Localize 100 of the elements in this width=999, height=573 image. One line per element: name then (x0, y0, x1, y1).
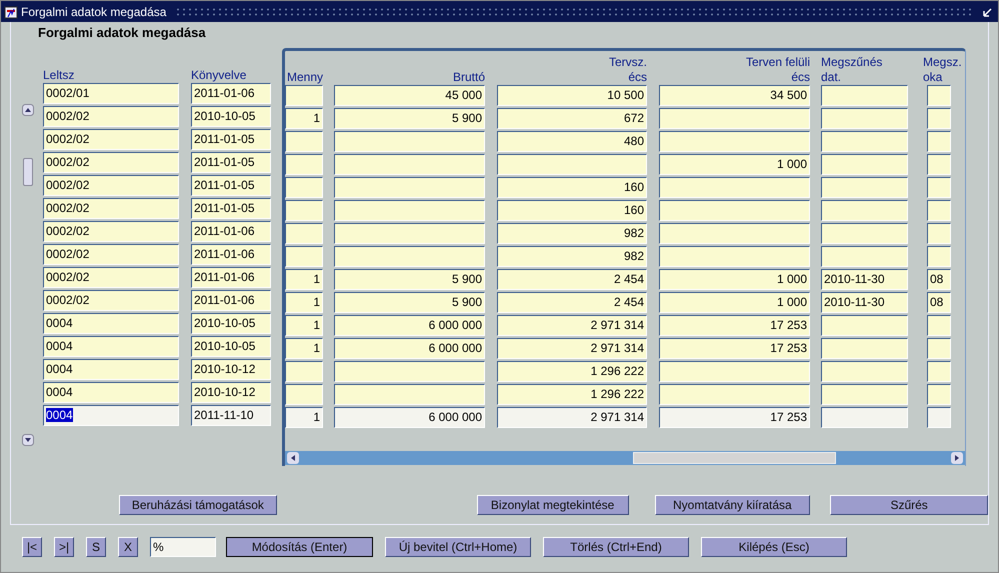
table-cell[interactable] (285, 154, 323, 175)
table-cell[interactable]: 2 454 (497, 269, 647, 290)
table-cell[interactable] (334, 154, 485, 175)
scroll-up-icon[interactable] (22, 104, 34, 116)
table-cell[interactable]: 1 (285, 108, 323, 129)
table-cell[interactable] (927, 108, 951, 129)
table-cell[interactable] (334, 223, 485, 244)
table-cell[interactable] (927, 131, 951, 152)
table-cell[interactable]: 45 000 (334, 85, 485, 106)
table-cell[interactable] (334, 131, 485, 152)
table-cell[interactable] (334, 361, 485, 382)
table-cell[interactable]: 5 900 (334, 269, 485, 290)
table-cell[interactable]: 0002/02 (43, 267, 179, 288)
table-cell[interactable] (659, 223, 810, 244)
table-cell[interactable]: 0002/01 (43, 83, 179, 104)
table-cell[interactable]: 0002/02 (43, 152, 179, 173)
table-cell[interactable]: 0002/02 (43, 221, 179, 242)
table-cell[interactable] (821, 200, 908, 221)
table-cell[interactable]: 0004 (43, 313, 179, 334)
table-cell[interactable]: 17 253 (659, 338, 810, 359)
navigation-button[interactable]: S (86, 537, 106, 557)
table-cell[interactable] (659, 361, 810, 382)
table-cell[interactable] (497, 154, 647, 175)
table-cell[interactable] (285, 223, 323, 244)
table-cell[interactable]: 1 296 222 (497, 361, 647, 382)
table-cell[interactable]: 6 000 000 (334, 407, 485, 428)
navigation-button[interactable]: X (118, 537, 138, 557)
table-cell[interactable]: 1 (285, 407, 323, 428)
table-cell[interactable]: 6 000 000 (334, 338, 485, 359)
table-cell[interactable] (821, 246, 908, 267)
restore-icon[interactable] (982, 6, 994, 18)
table-cell[interactable]: 2011-01-05 (191, 152, 271, 173)
table-cell[interactable]: 0004 (43, 336, 179, 357)
scroll-thumb[interactable] (23, 158, 33, 186)
table-cell[interactable]: 2010-11-30 (821, 269, 908, 290)
horizontal-scrollbar[interactable] (285, 451, 965, 465)
table-cell[interactable] (927, 85, 951, 106)
table-cell[interactable]: 2011-01-05 (191, 129, 271, 150)
table-cell[interactable]: 08 (927, 269, 951, 290)
table-cell[interactable]: 2011-01-06 (191, 221, 271, 242)
table-cell[interactable]: 982 (497, 246, 647, 267)
table-cell[interactable]: 0002/02 (43, 175, 179, 196)
table-cell[interactable]: 5 900 (334, 108, 485, 129)
table-cell[interactable]: 982 (497, 223, 647, 244)
table-cell[interactable]: 0002/02 (43, 290, 179, 311)
table-cell[interactable]: 0002/02 (43, 244, 179, 265)
command-button[interactable]: Új bevitel (Ctrl+Home) (385, 537, 531, 557)
scroll-left-icon[interactable] (287, 452, 299, 464)
navigation-button[interactable]: >| (54, 537, 74, 557)
table-cell[interactable]: 2011-01-05 (191, 198, 271, 219)
table-cell[interactable]: 1 (285, 269, 323, 290)
table-cell[interactable]: 10 500 (497, 85, 647, 106)
table-cell[interactable] (821, 223, 908, 244)
table-cell[interactable]: 2010-10-05 (191, 106, 271, 127)
table-cell[interactable] (821, 154, 908, 175)
table-cell[interactable] (927, 200, 951, 221)
table-cell[interactable] (285, 384, 323, 405)
table-cell[interactable] (659, 177, 810, 198)
table-cell[interactable]: 0002/02 (43, 106, 179, 127)
table-cell[interactable] (285, 177, 323, 198)
table-cell[interactable] (927, 223, 951, 244)
table-cell[interactable]: 2 971 314 (497, 407, 647, 428)
table-cell[interactable] (334, 384, 485, 405)
filter-field[interactable]: % (150, 537, 216, 557)
table-cell[interactable] (927, 338, 951, 359)
action-button[interactable]: Bizonylat megtekintése (476, 495, 628, 515)
command-button[interactable]: Módosítás (Enter) (226, 537, 373, 557)
table-cell[interactable]: 0004 (43, 405, 179, 426)
table-cell[interactable] (821, 177, 908, 198)
table-cell[interactable]: 2010-10-05 (191, 313, 271, 334)
table-cell[interactable] (285, 85, 323, 106)
table-cell[interactable]: 160 (497, 177, 647, 198)
table-cell[interactable]: 08 (927, 292, 951, 313)
table-cell[interactable]: 1 000 (659, 154, 810, 175)
table-cell[interactable] (927, 361, 951, 382)
table-cell[interactable]: 2011-01-06 (191, 290, 271, 311)
table-cell[interactable]: 2 971 314 (497, 315, 647, 336)
command-button[interactable]: Kilépés (Esc) (701, 537, 847, 557)
table-cell[interactable]: 2011-01-06 (191, 83, 271, 104)
table-cell[interactable]: 1 (285, 292, 323, 313)
table-cell[interactable]: 5 900 (334, 292, 485, 313)
table-cell[interactable] (927, 384, 951, 405)
table-cell[interactable] (821, 338, 908, 359)
table-cell[interactable]: 1 000 (659, 269, 810, 290)
table-cell[interactable] (821, 407, 908, 428)
table-cell[interactable]: 2010-11-30 (821, 292, 908, 313)
table-cell[interactable] (927, 246, 951, 267)
table-cell[interactable] (334, 200, 485, 221)
table-cell[interactable] (659, 131, 810, 152)
table-cell[interactable]: 17 253 (659, 407, 810, 428)
table-cell[interactable]: 0002/02 (43, 198, 179, 219)
table-cell[interactable]: 480 (497, 131, 647, 152)
action-button[interactable]: Nyomtatvány kiíratása (654, 495, 810, 515)
table-cell[interactable] (927, 407, 951, 428)
table-cell[interactable] (821, 85, 908, 106)
table-cell[interactable]: 1 296 222 (497, 384, 647, 405)
action-button[interactable]: Beruházási támogatások (119, 495, 277, 515)
table-cell[interactable]: 0004 (43, 382, 179, 403)
table-cell[interactable]: 2010-10-05 (191, 336, 271, 357)
table-cell[interactable]: 2010-10-12 (191, 359, 271, 380)
